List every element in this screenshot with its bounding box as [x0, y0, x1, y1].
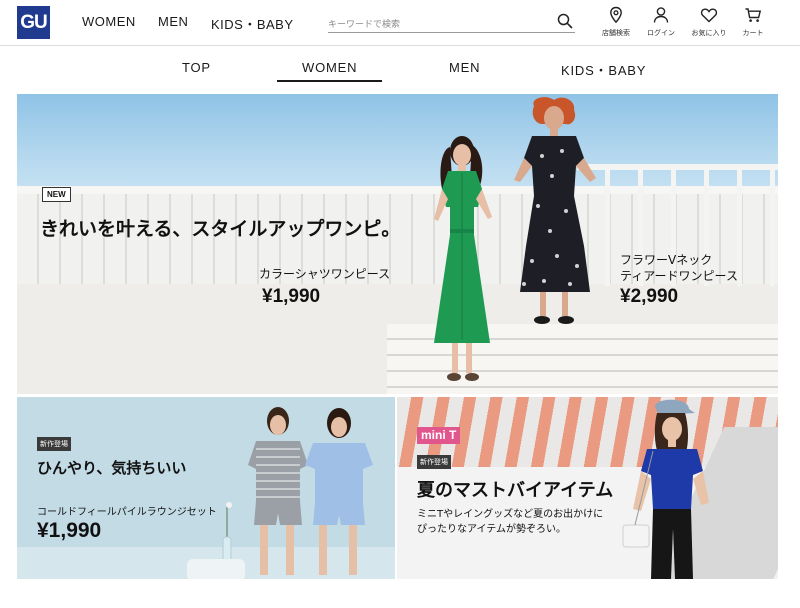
product1-name: カラーシャツワンピース	[259, 267, 391, 281]
mini-t-banner[interactable]: mini T 新作登場 夏のマストバイアイテム ミニTやレイングッズなど夏のお出…	[397, 397, 778, 579]
lounge-set-banner[interactable]: 新作登場 ひんやり、気持ちいい コールドフィールパイルラウンジセット ¥1,99…	[17, 397, 395, 579]
product2-price: ¥2,990	[620, 286, 679, 307]
hero-headline: きれいを叶える、スタイルアップワンピ。	[40, 218, 401, 240]
mini-t-line2: ぴったりなアイテムが勢ぞろい。	[417, 524, 566, 535]
nav-women[interactable]: WOMEN	[82, 14, 136, 29]
login-button[interactable]: ログイン	[639, 6, 683, 40]
tab-women[interactable]: WOMEN	[302, 60, 357, 75]
product1-price: ¥1,990	[262, 286, 321, 307]
nav-kids-baby[interactable]: KIDS・BABY	[211, 14, 294, 33]
hero-banner[interactable]: NEW きれいを叶える、スタイルアップワンピ。 カラーシャツワンピース ¥1,9…	[17, 94, 778, 394]
active-tab-indicator	[277, 80, 382, 82]
lounge-product-name: コールドフィールパイルラウンジセット	[37, 507, 217, 518]
mini-t-new-arrival-tag: 新作登場	[417, 455, 451, 469]
cart-button[interactable]: カート	[731, 6, 775, 40]
tab-men[interactable]: MEN	[449, 60, 480, 75]
gu-logo[interactable]: GU	[17, 6, 50, 39]
category-tabs: TOP WOMEN MEN KIDS・BABY	[0, 46, 800, 86]
search-input[interactable]	[328, 15, 548, 35]
search-icon[interactable]	[557, 13, 573, 29]
favorites-button[interactable]: お気に入り	[687, 6, 731, 40]
nav-men[interactable]: MEN	[158, 14, 188, 29]
mini-t-headline: 夏のマストバイアイテム	[417, 480, 614, 501]
product2-name-line1: フラワーVネック	[620, 253, 713, 267]
heart-icon	[700, 8, 718, 23]
lounge-headline: ひんやり、気持ちいい	[37, 459, 187, 477]
search-bar	[328, 12, 575, 35]
new-badge: NEW	[42, 187, 71, 202]
tab-kids-baby[interactable]: KIDS・BABY	[561, 60, 646, 79]
model-floral-dress	[514, 97, 596, 324]
cart-icon	[745, 8, 762, 22]
product2-name-line2: ティアードワンピース	[620, 269, 738, 283]
mini-t-brand-tag: mini T	[417, 427, 461, 444]
login-label: ログイン	[647, 29, 675, 37]
user-icon	[653, 7, 669, 23]
store-search-label: 店舗検索	[602, 29, 630, 37]
model-green-dress	[434, 136, 492, 381]
location-pin-icon	[610, 6, 622, 24]
mini-t-line1: ミニTやレイングッズなど夏のお出かけに	[417, 509, 604, 520]
model-blue-lounge	[305, 408, 373, 575]
site-header: GU WOMEN MEN KIDS・BABY 店舗検索 ログイン お気に入り	[0, 0, 800, 46]
store-search-button[interactable]: 店舗検索	[594, 6, 638, 40]
tab-top[interactable]: TOP	[182, 60, 211, 75]
lounge-price: ¥1,990	[37, 519, 102, 542]
favorites-label: お気に入り	[691, 29, 727, 37]
new-arrival-tag: 新作登場	[37, 437, 71, 451]
model-blue-top	[622, 399, 709, 579]
cart-label: カート	[742, 29, 764, 37]
